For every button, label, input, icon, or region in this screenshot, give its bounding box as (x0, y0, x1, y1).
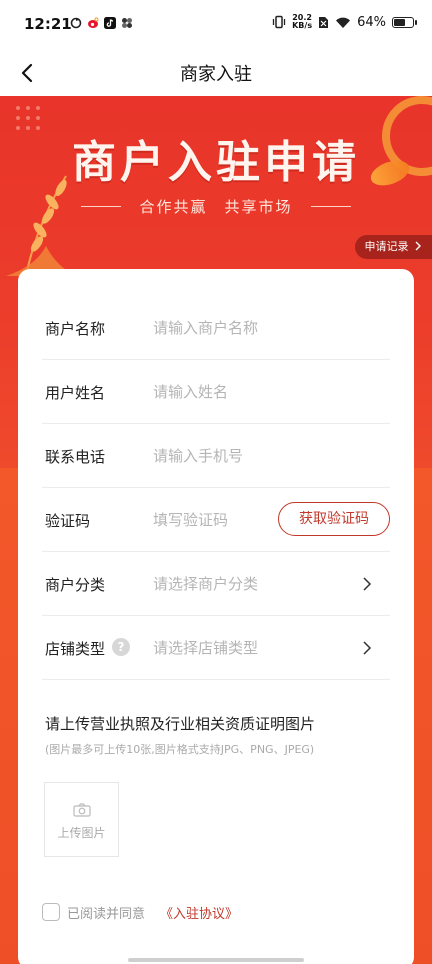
hero-title: 商户入驻申请 (72, 137, 360, 188)
notification-icons (70, 17, 133, 29)
sync-icon (70, 17, 82, 29)
field-label: 验证码 (45, 512, 91, 530)
net-speed-unit: KB/s (292, 21, 313, 30)
field-label: 用户姓名 (45, 384, 106, 402)
apply-records-button[interactable]: 申请记录 (354, 235, 432, 259)
get-code-button[interactable]: 获取验证码 (278, 502, 390, 536)
upload-image-button[interactable]: 上传图片 (44, 782, 119, 857)
chevron-right-icon (363, 577, 372, 591)
chevron-right-icon (415, 241, 421, 251)
page-title: 商家入驻 (180, 64, 252, 85)
subtitle-divider-right (311, 206, 352, 207)
battery-percent: 64% (357, 14, 386, 30)
field-user-name: 用户姓名 (42, 360, 390, 424)
agreement-checkbox[interactable] (42, 903, 60, 921)
upload-hint: (图片最多可上传10张,图片格式支持JPG、PNG、JPEG) (45, 743, 315, 756)
status-right: 20.2 KB/s 64% (272, 14, 417, 30)
vibrate-icon (272, 15, 286, 29)
merchant-category-select[interactable] (153, 572, 353, 596)
field-verification-code: 验证码 获取验证码 (42, 488, 390, 552)
field-store-type[interactable]: 店铺类型 ? (42, 616, 390, 680)
field-label: 联系电话 (45, 448, 106, 466)
weibo-icon (88, 17, 99, 28)
pinwheel-icon (122, 18, 132, 28)
field-label: 商户分类 (45, 576, 106, 594)
subtitle-divider-left (80, 206, 121, 207)
net-speed: 20.2 KB/s (292, 14, 312, 30)
user-name-input[interactable] (153, 380, 353, 404)
field-label: 店铺类型 (45, 640, 106, 658)
nav-bar: 商家入驻 (0, 50, 432, 96)
status-time: 12:21 (24, 15, 72, 33)
hero-subtitle-text: 合作共赢 共享市场 (139, 198, 293, 216)
chevron-right-icon (363, 641, 372, 655)
upload-label: 上传图片 (57, 826, 106, 840)
field-merchant-name: 商户名称 (42, 296, 390, 360)
wifi-icon (336, 17, 351, 28)
home-indicator (128, 958, 304, 962)
phone-input[interactable] (153, 444, 353, 468)
agreement-text: 已阅读并同意 (67, 907, 146, 922)
agreement-link[interactable]: 《入驻协议》 (160, 903, 238, 922)
merchant-name-input[interactable] (153, 316, 353, 340)
hero-subtitle: 合作共赢 共享市场 (0, 196, 432, 217)
status-bar: 12:21 20.2 KB/s 64% (0, 0, 432, 50)
help-icon[interactable]: ? (112, 638, 130, 656)
store-type-select[interactable] (153, 636, 353, 660)
upload-title: 请上传营业执照及行业相关资质证明图片 (45, 715, 316, 733)
application-form-card: 商户名称 用户姓名 联系电话 验证码 获取验证码 商户分类 店铺类型 ? 请上传… (18, 269, 414, 964)
apply-records-label: 申请记录 (364, 240, 409, 253)
battery-icon (392, 16, 417, 28)
field-phone: 联系电话 (42, 424, 390, 488)
tiktok-icon (104, 17, 116, 29)
battery-fill (394, 18, 405, 26)
sim-icon (319, 16, 329, 28)
camera-icon (73, 803, 91, 817)
field-merchant-category[interactable]: 商户分类 (42, 552, 390, 616)
field-label: 商户名称 (45, 320, 106, 338)
